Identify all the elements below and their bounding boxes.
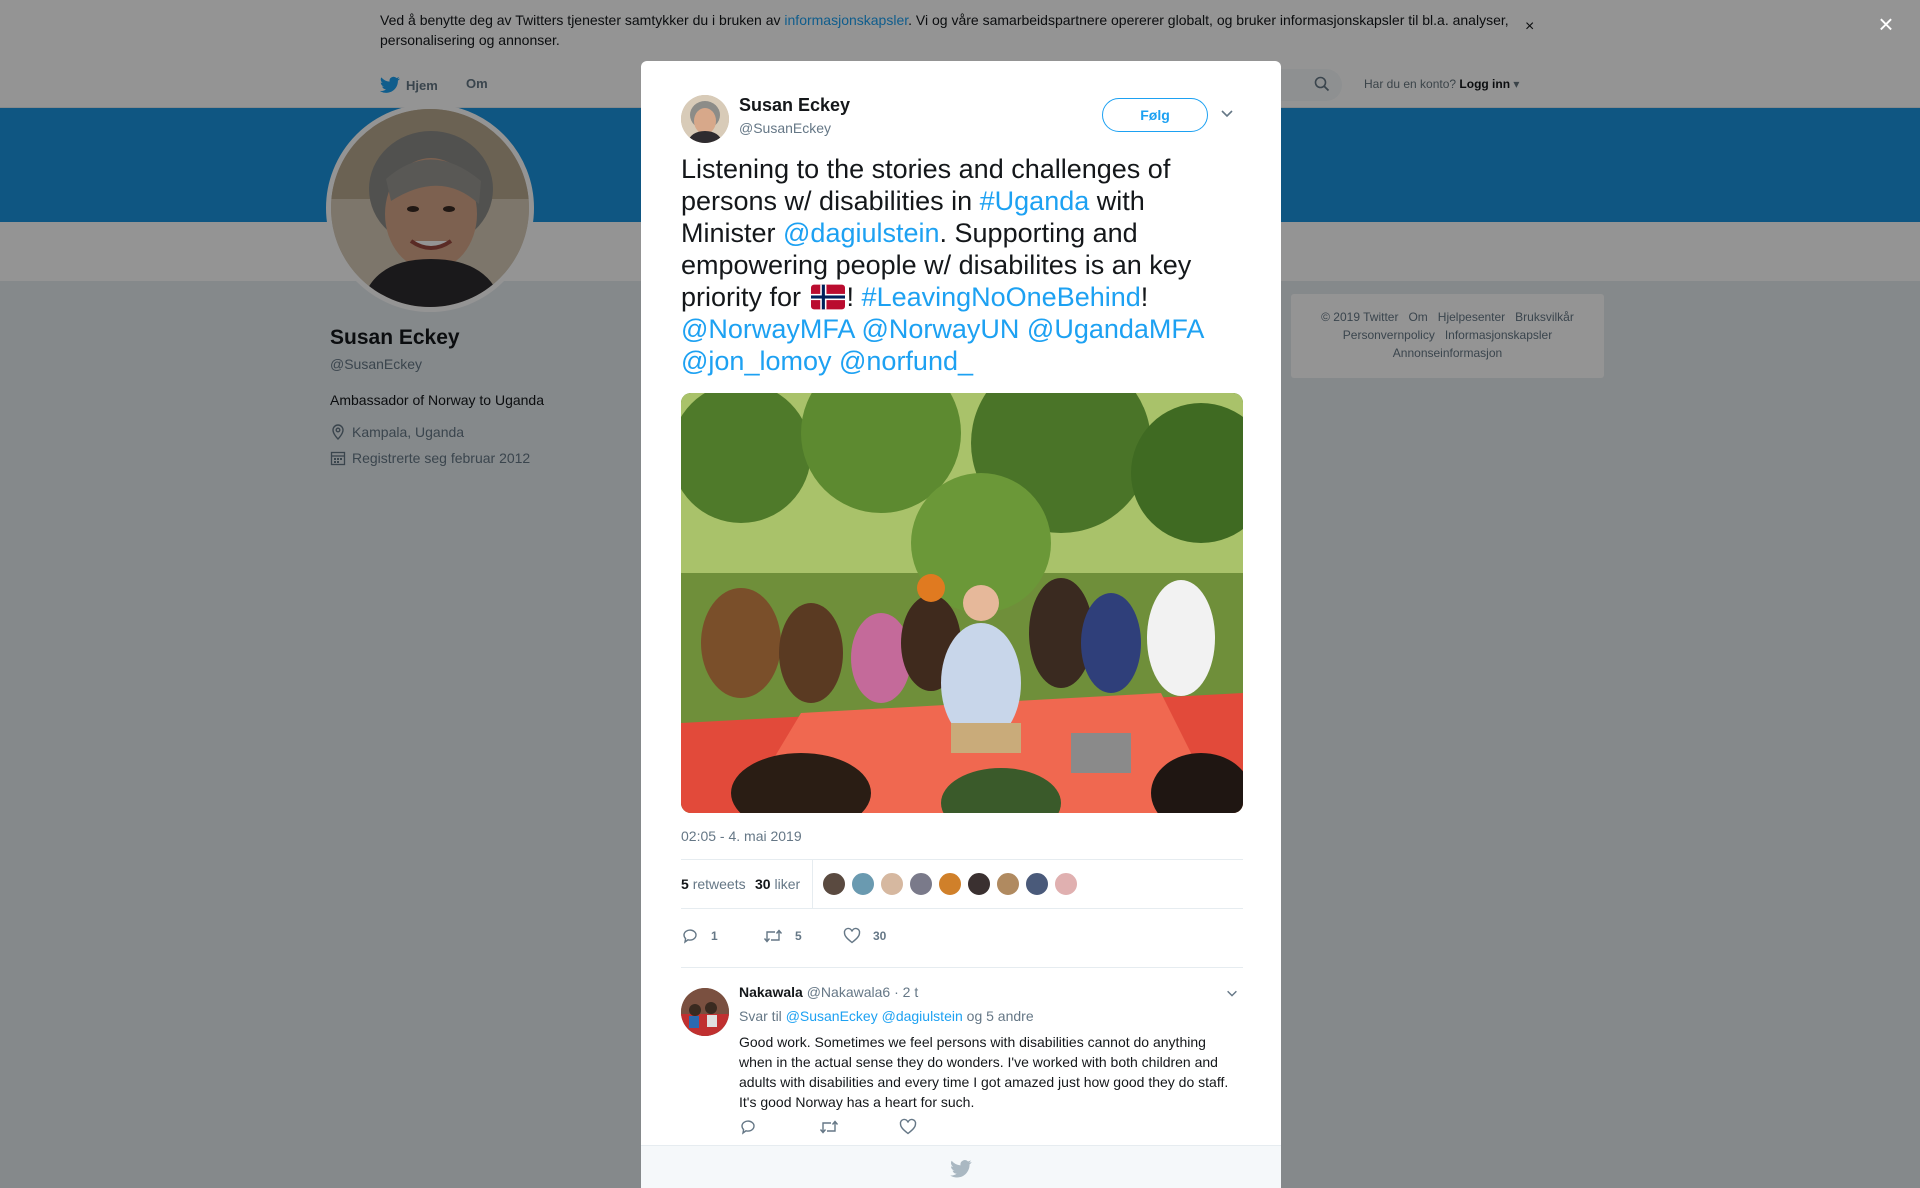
liker-avatar[interactable] bbox=[851, 872, 875, 896]
reply-icon bbox=[683, 929, 697, 944]
reply-icon[interactable] bbox=[739, 1118, 757, 1141]
liker-avatar[interactable] bbox=[967, 872, 991, 896]
like-button[interactable]: 30 bbox=[843, 927, 886, 945]
like-icon bbox=[843, 927, 861, 944]
reply-author-avatar[interactable] bbox=[681, 988, 729, 1036]
reply-to-mentions[interactable]: @SusanEckey @dagiulstein bbox=[786, 1008, 963, 1024]
tweet-photo-image bbox=[681, 393, 1243, 813]
liker-avatar[interactable] bbox=[880, 872, 904, 896]
liker-avatar[interactable] bbox=[1025, 872, 1049, 896]
liker-avatars bbox=[822, 872, 1078, 896]
hashtag-link[interactable]: #Uganda bbox=[980, 186, 1090, 216]
retweet-button[interactable]: 5 bbox=[763, 927, 802, 945]
mention-link[interactable]: @NorwayUN bbox=[861, 314, 1019, 344]
reply-count: 1 bbox=[711, 929, 718, 943]
twitter-bird-icon bbox=[950, 1160, 972, 1178]
retweet-icon bbox=[763, 929, 783, 943]
mention-link[interactable]: @norfund_ bbox=[839, 346, 973, 376]
mention-link[interactable]: @NorwayMFA bbox=[681, 314, 854, 344]
tweet-timestamp[interactable]: 02:05 - 4. mai 2019 bbox=[681, 828, 802, 844]
reply-to-line: Svar til @SusanEckey @dagiulstein og 5 a… bbox=[739, 1008, 1034, 1024]
tweet-stats: 5 retweets 30 liker bbox=[681, 859, 1243, 909]
reply-text: Good work. Sometimes we feel persons wit… bbox=[739, 1034, 1229, 1110]
tweet-header: Susan Eckey @SusanEckey Følg bbox=[681, 93, 1245, 143]
retweet-icon[interactable] bbox=[819, 1118, 839, 1141]
reply-author-handle[interactable]: @Nakawala6 bbox=[807, 984, 890, 1000]
tweet-modal: Susan Eckey @SusanEckey Følg Listening t… bbox=[641, 61, 1281, 1188]
reply-to-others[interactable]: og 5 andre bbox=[967, 1008, 1034, 1024]
tweet-text-part: ! bbox=[846, 282, 862, 312]
tweet-author-handle[interactable]: @SusanEckey bbox=[739, 120, 831, 136]
like-action-count: 30 bbox=[873, 929, 887, 943]
mention-link[interactable]: @dagiulstein bbox=[783, 218, 940, 248]
mention-link[interactable]: @jon_lomoy bbox=[681, 346, 831, 376]
reply-to-label: Svar til bbox=[739, 1008, 782, 1024]
liker-avatar[interactable] bbox=[909, 872, 933, 896]
tweet-author-name[interactable]: Susan Eckey bbox=[739, 95, 850, 116]
tweet-actions: 1 5 30 bbox=[681, 917, 1243, 957]
tweet-photo[interactable] bbox=[681, 393, 1243, 813]
tweet-author-avatar[interactable] bbox=[681, 95, 729, 143]
reply-author-name[interactable]: Nakawala bbox=[739, 984, 803, 1000]
like-icon[interactable] bbox=[899, 1118, 917, 1141]
close-icon[interactable]: × bbox=[1874, 11, 1898, 37]
liker-avatar[interactable] bbox=[938, 872, 962, 896]
stat-divider bbox=[812, 860, 813, 908]
liker-avatar[interactable] bbox=[1054, 872, 1078, 896]
tweet-text: Listening to the stories and challenges … bbox=[681, 153, 1245, 377]
reply-button[interactable]: 1 bbox=[681, 927, 718, 945]
norway-flag-icon bbox=[810, 284, 845, 310]
retweet-action-count: 5 bbox=[795, 929, 802, 943]
liker-avatar[interactable] bbox=[996, 872, 1020, 896]
like-stat[interactable]: 30 liker bbox=[755, 876, 800, 892]
liker-avatar[interactable] bbox=[822, 872, 846, 896]
like-count: 30 bbox=[755, 876, 771, 892]
follow-button[interactable]: Følg bbox=[1102, 98, 1208, 132]
retweet-label: retweets bbox=[692, 876, 746, 892]
tweet-text-part: ! bbox=[1140, 282, 1149, 312]
chevron-down-icon[interactable] bbox=[1225, 986, 1239, 1000]
reply-actions bbox=[739, 1118, 1039, 1142]
reply-author-avatar-image bbox=[681, 988, 729, 1036]
mention-link[interactable]: @UgandaMFA bbox=[1027, 314, 1205, 344]
modal-footer bbox=[641, 1145, 1281, 1188]
hashtag-link[interactable]: #LeavingNoOneBehind bbox=[862, 282, 1141, 312]
like-label: liker bbox=[774, 876, 801, 892]
retweet-count: 5 bbox=[681, 876, 689, 892]
chevron-down-icon[interactable] bbox=[1219, 105, 1235, 121]
reply-header: Nakawala @Nakawala6 · 2 t bbox=[739, 984, 918, 1000]
tweet-author-avatar-image bbox=[681, 95, 729, 143]
retweet-stat[interactable]: 5 retweets bbox=[681, 876, 746, 892]
reply-time[interactable]: · 2 t bbox=[894, 984, 918, 1000]
